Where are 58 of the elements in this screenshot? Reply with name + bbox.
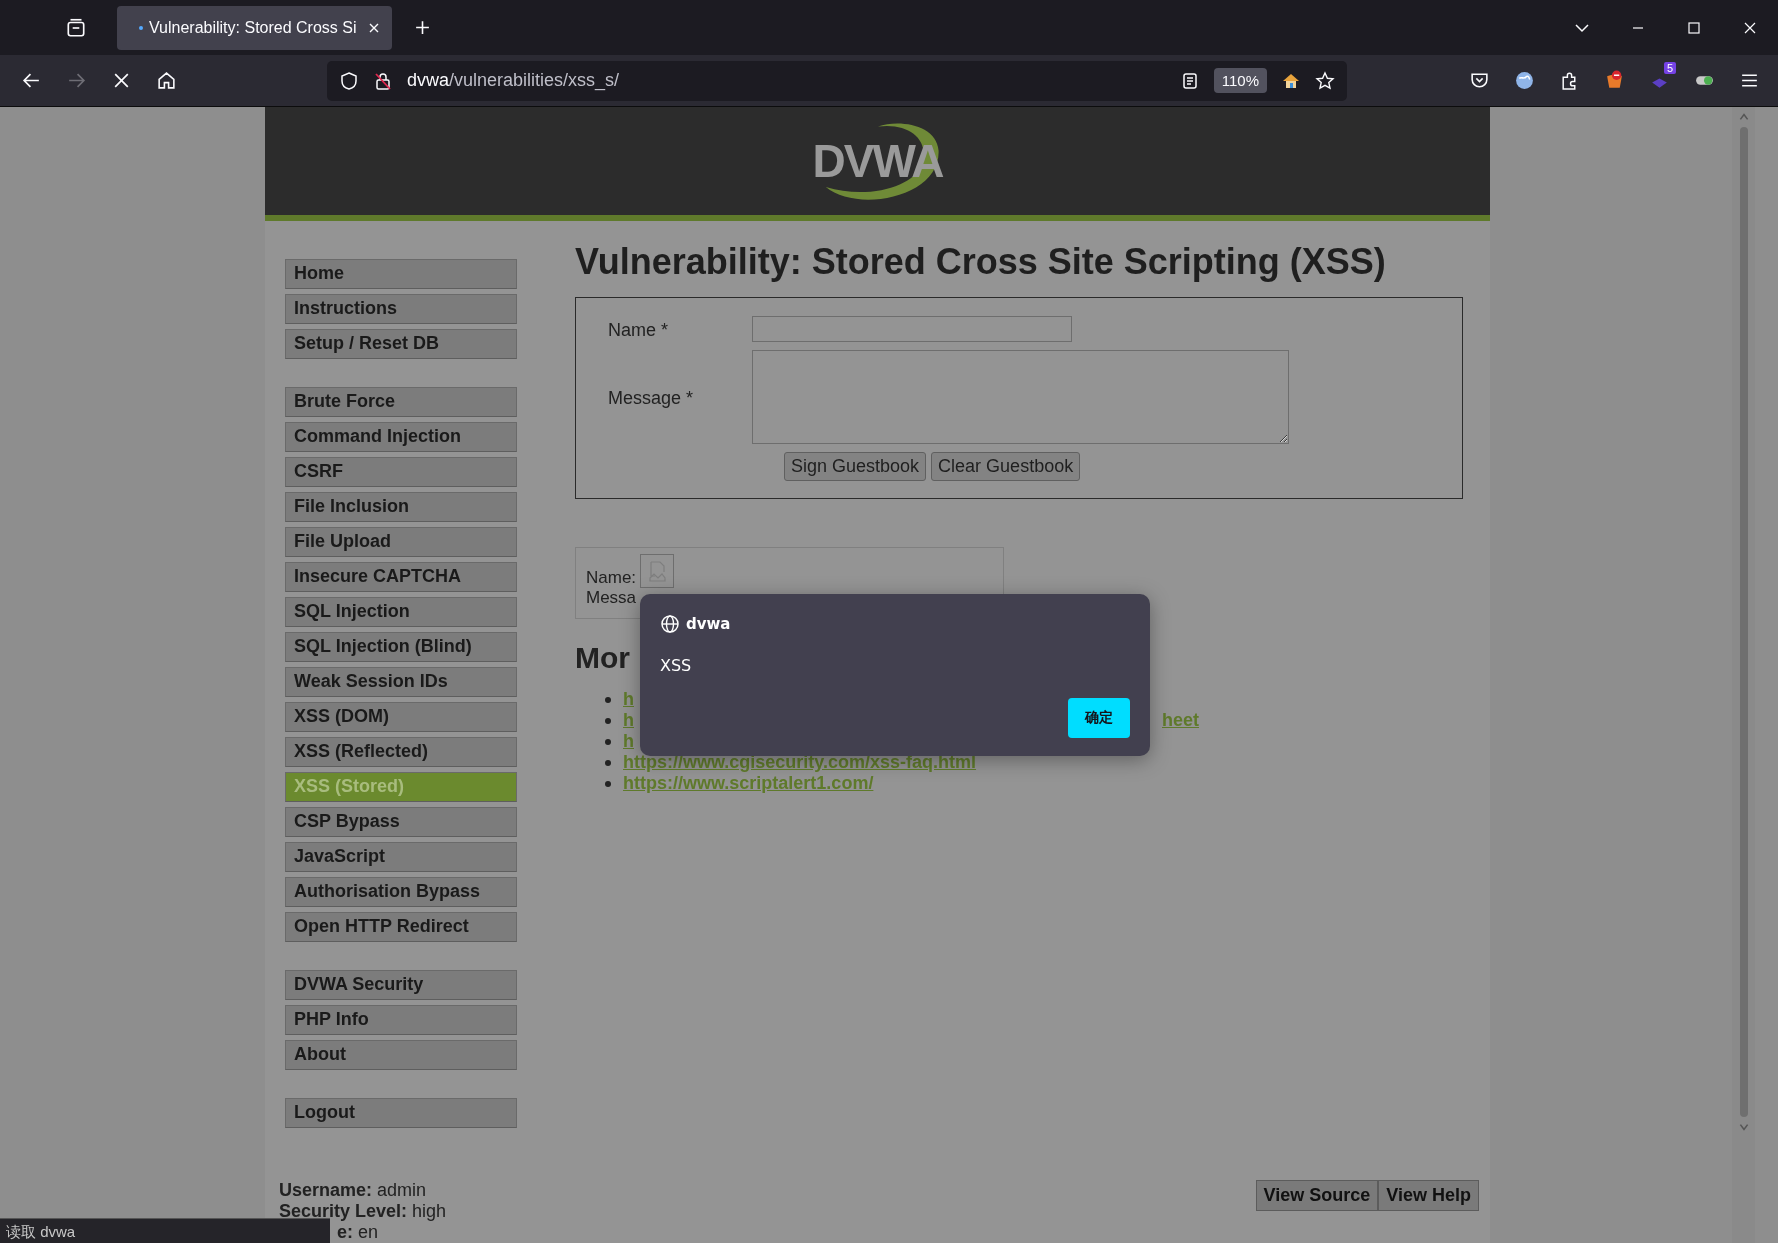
form-button[interactable]: Clear Guestbook bbox=[931, 452, 1081, 481]
sidebar-item[interactable]: File Inclusion bbox=[285, 492, 517, 522]
sidebar-item[interactable]: Insecure CAPTCHA bbox=[285, 562, 517, 592]
sidebar-item[interactable]: Setup / Reset DB bbox=[285, 329, 517, 359]
zoom-level-button[interactable]: 110% bbox=[1213, 68, 1267, 93]
sidebar-item[interactable]: Logout bbox=[285, 1098, 517, 1128]
shield-icon[interactable] bbox=[339, 70, 359, 91]
page-title: Vulnerability: Stored Cross Site Scripting (XSS) bbox=[575, 241, 1387, 283]
notification-count: 5 bbox=[1663, 62, 1676, 74]
sidebar-item[interactable]: CSRF bbox=[285, 457, 517, 487]
field-label: Name * bbox=[608, 319, 670, 341]
name-input[interactable] bbox=[752, 316, 1072, 342]
globe-icon bbox=[660, 614, 680, 634]
sidebar-item[interactable]: SQL Injection (Blind) bbox=[285, 632, 517, 662]
sidebar-item[interactable]: About bbox=[285, 1040, 517, 1070]
sidebar-item[interactable]: Home bbox=[285, 259, 517, 289]
footer-button[interactable]: View Source bbox=[1255, 1180, 1379, 1211]
sidebar-item[interactable]: SQL Injection bbox=[285, 597, 517, 627]
new-tab-icon[interactable] bbox=[414, 19, 431, 36]
browser-tab[interactable]: Vulnerability: Stored Cross Si bbox=[117, 5, 392, 50]
sidebar-item[interactable]: Weak Session IDs bbox=[285, 667, 517, 697]
sidebar-item[interactable]: JavaScript bbox=[285, 842, 517, 872]
footer-button[interactable]: View Help bbox=[1378, 1180, 1479, 1211]
session-info: e: en bbox=[337, 1222, 379, 1242]
sidebar-item[interactable]: Command Injection bbox=[285, 422, 517, 452]
form-button[interactable]: Sign Guestbook bbox=[784, 452, 927, 481]
sidebar-item[interactable]: CSP Bypass bbox=[285, 807, 517, 837]
sidebar-item[interactable]: Brute Force bbox=[285, 387, 517, 417]
section-heading: Mor bbox=[575, 641, 630, 675]
sidebar-item[interactable]: File Upload bbox=[285, 527, 517, 557]
maximize-icon[interactable] bbox=[1686, 19, 1702, 36]
sidebar-item[interactable]: Open HTTP Redirect bbox=[285, 912, 517, 942]
dialog-origin: dvwa bbox=[686, 615, 731, 633]
extension-icon[interactable] bbox=[1604, 70, 1625, 91]
lock-icon[interactable] bbox=[373, 70, 393, 91]
field-label: Message * bbox=[608, 387, 695, 409]
sidebar-item[interactable]: XSS (Reflected) bbox=[285, 737, 517, 767]
sidebar-item[interactable]: Instructions bbox=[285, 294, 517, 324]
star-icon[interactable] bbox=[1315, 70, 1335, 91]
sidebar-item[interactable]: XSS (DOM) bbox=[285, 702, 517, 732]
ok-button[interactable]: 确定 bbox=[1068, 698, 1130, 738]
entry-label: Name: bbox=[586, 568, 637, 588]
address-bar[interactable]: dvwa/vulnerabilities/xss_s/ 110% bbox=[327, 60, 1347, 101]
session-info: Security Level: high bbox=[279, 1201, 447, 1221]
entry-label: Messa bbox=[586, 588, 637, 607]
sidebar-item[interactable]: Authorisation Bypass bbox=[285, 877, 517, 907]
sidebar-item[interactable]: DVWA Security bbox=[285, 970, 517, 1000]
sidebar-item[interactable]: PHP Info bbox=[285, 1005, 517, 1035]
tab-overview-icon[interactable] bbox=[65, 16, 87, 39]
pocket-icon[interactable] bbox=[1469, 70, 1490, 91]
broken-image-icon bbox=[640, 554, 675, 588]
dialog-message: XSS bbox=[660, 656, 693, 675]
status-bar: 读取 dvwa bbox=[0, 1218, 330, 1243]
message-input[interactable] bbox=[752, 350, 1289, 444]
globe-icon[interactable] bbox=[1514, 70, 1535, 91]
close-icon[interactable] bbox=[368, 21, 380, 34]
session-info: Username: admin bbox=[279, 1180, 427, 1200]
home-icon[interactable] bbox=[156, 70, 177, 91]
